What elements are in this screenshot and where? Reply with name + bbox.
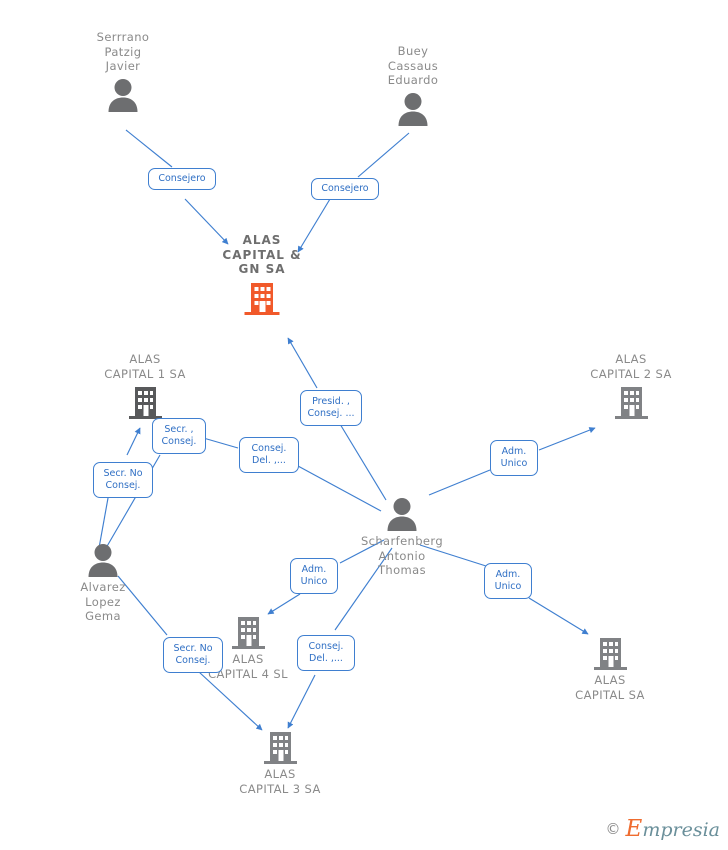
building-icon xyxy=(215,730,345,764)
relation-tag-consejero-buey[interactable]: Consejero xyxy=(311,178,379,200)
relation-label: Secr. No Consej. xyxy=(173,642,213,667)
relation-tag-secr-consej-alas1[interactable]: Secr. , Consej. xyxy=(152,418,206,454)
relation-label: Consej. Del. ,... xyxy=(251,442,287,467)
building-icon-main xyxy=(197,281,327,315)
relation-tag-adm-unico-alas4[interactable]: Adm. Unico xyxy=(290,558,338,594)
empresia-watermark: © Empresia xyxy=(606,816,720,842)
building-icon xyxy=(545,636,675,670)
relation-label: Presid. , Consej. ... xyxy=(307,395,355,420)
person-icon xyxy=(58,78,188,112)
person-icon xyxy=(348,92,478,126)
relation-tag-presid-consej-main[interactable]: Presid. , Consej. ... xyxy=(300,390,362,426)
relation-tag-secr-no-consej-alas1[interactable]: Secr. No Consej. xyxy=(93,462,153,498)
relation-label: Consej. Del. ,... xyxy=(308,640,344,665)
edge-buey-to-tag2 xyxy=(357,132,410,178)
edge-scharfen-to-tag6 xyxy=(339,423,387,501)
node-company-alas-capital-2-sa[interactable]: ALAS CAPITAL 2 SA xyxy=(566,352,696,419)
building-icon xyxy=(80,385,210,419)
node-company-alas-capital-1-sa[interactable]: ALAS CAPITAL 1 SA xyxy=(80,352,210,419)
node-label: Buey Cassaus Eduardo xyxy=(387,44,439,87)
node-label: ALAS CAPITAL 1 SA xyxy=(104,352,186,381)
relation-tag-consejero-serrrano[interactable]: Consejero xyxy=(148,168,216,190)
brand-initial: E xyxy=(625,816,643,842)
node-label: ALAS CAPITAL SA xyxy=(575,673,645,702)
edge-scharfen-to-tag7 xyxy=(428,469,491,496)
node-company-alas-capital-3-sa[interactable]: ALAS CAPITAL 3 SA xyxy=(215,730,345,796)
relation-label: Secr. , Consej. xyxy=(161,423,197,448)
edge-tag8-down xyxy=(267,593,301,615)
node-label: Scharfenberg Antonio Thomas xyxy=(360,534,444,577)
edge-tag9-to-alasplain xyxy=(528,597,589,635)
relation-tag-adm-unico-alas2[interactable]: Adm. Unico xyxy=(490,440,538,476)
building-icon xyxy=(566,385,696,419)
copyright-icon: © xyxy=(605,820,621,838)
node-person-alvarez[interactable]: Alvarez Lopez Gema xyxy=(38,543,168,624)
relation-tag-secr-no-consej-alas3[interactable]: Secr. No Consej. xyxy=(163,637,223,673)
relation-label: Secr. No Consej. xyxy=(103,467,143,492)
node-person-scharfenberg[interactable]: Scharfenberg Antonio Thomas xyxy=(337,497,467,578)
relation-label: Adm. Unico xyxy=(494,568,522,593)
edge-tag4-to-alas1 xyxy=(126,427,141,456)
relation-tag-adm-unico-alascapital[interactable]: Adm. Unico xyxy=(484,563,532,599)
node-label: ALAS CAPITAL & GN SA xyxy=(222,233,302,276)
node-label: Serrrano Patzig Javier xyxy=(96,30,150,73)
relation-label: Consejero xyxy=(158,172,206,184)
edge-serrrano-to-tag1 xyxy=(125,129,173,168)
edge-layer xyxy=(98,129,596,731)
relation-label: Consejero xyxy=(321,182,369,194)
relation-tag-consej-del-alas1[interactable]: Consej. Del. ,... xyxy=(239,437,299,473)
edge-tag6-to-main xyxy=(287,337,318,389)
brand-logo-text: Empresia xyxy=(626,816,720,842)
relationship-diagram-canvas: Serrrano Patzig Javier Buey Cassaus Edua… xyxy=(0,0,728,850)
node-person-serrrano[interactable]: Serrrano Patzig Javier xyxy=(58,30,188,112)
edge-tag7-to-alas2 xyxy=(538,427,596,451)
node-label: ALAS CAPITAL 3 SA xyxy=(239,767,321,796)
edge-tag11-to-alas3 xyxy=(287,674,316,729)
node-company-alas-capital-sa[interactable]: ALAS CAPITAL SA xyxy=(545,636,675,702)
node-label: Alvarez Lopez Gema xyxy=(80,580,126,623)
relation-tag-consej-del-alas3[interactable]: Consej. Del. ,... xyxy=(297,635,355,671)
relation-label: Adm. Unico xyxy=(500,445,528,470)
node-person-buey[interactable]: Buey Cassaus Eduardo xyxy=(348,44,478,126)
person-icon xyxy=(337,497,467,531)
brand-rest: mpresia xyxy=(642,819,720,841)
node-label: ALAS CAPITAL 2 SA xyxy=(590,352,672,381)
person-icon xyxy=(38,543,168,577)
relation-label: Adm. Unico xyxy=(300,563,328,588)
node-company-alas-capital-gn-sa[interactable]: ALAS CAPITAL & GN SA xyxy=(197,233,327,315)
